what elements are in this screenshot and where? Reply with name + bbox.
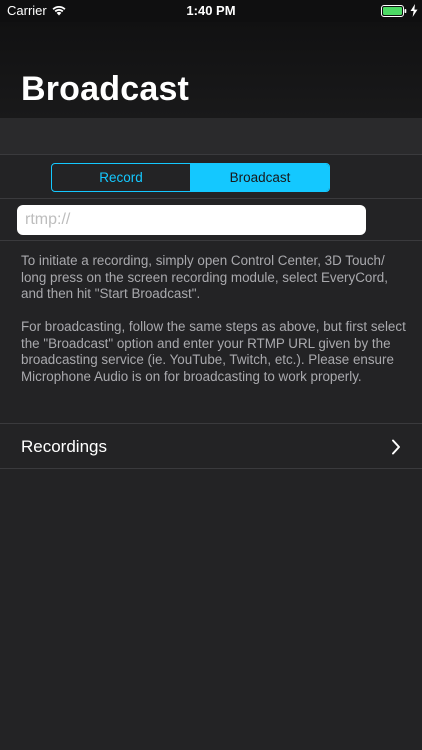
- mode-segmented-control: Record Broadcast: [51, 163, 330, 192]
- rtmp-url-input[interactable]: [17, 205, 366, 235]
- section-spacer: [0, 118, 422, 155]
- instructions-paragraph-broadcasting: For broadcasting, follow the same steps …: [21, 319, 406, 384]
- recordings-label: Recordings: [21, 437, 107, 456]
- status-time: 1:40 PM: [186, 3, 236, 18]
- battery-icon: [381, 5, 407, 17]
- chevron-right-icon: [392, 439, 400, 455]
- nav-header: Broadcast: [0, 22, 422, 118]
- instructions-paragraph-recording: To initiate a recording, simply open Con…: [21, 253, 388, 301]
- status-bar: Carrier 1:40 PM: [0, 0, 422, 22]
- broadcast-segment[interactable]: Broadcast: [191, 164, 329, 191]
- mode-segment-cell: Record Broadcast: [0, 155, 422, 199]
- rtmp-url-cell: [0, 199, 422, 241]
- instructions-text: To initiate a recording, simply open Con…: [21, 253, 413, 402]
- record-segment[interactable]: Record: [52, 164, 191, 191]
- page-title: Broadcast: [21, 70, 190, 108]
- recordings-row[interactable]: Recordings: [0, 423, 422, 469]
- bolt-icon: [410, 4, 418, 17]
